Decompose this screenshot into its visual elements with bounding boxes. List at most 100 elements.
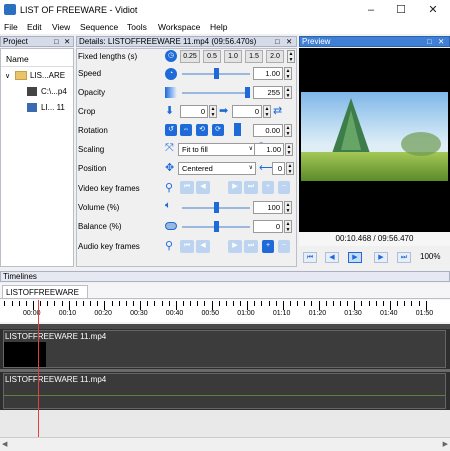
- fixed-length-025-button[interactable]: 0.25: [180, 50, 200, 63]
- project-item-folder[interactable]: LIS...ARE: [30, 71, 65, 80]
- scroll-right-icon[interactable]: ▶: [443, 440, 448, 448]
- ruler-tick: [290, 301, 292, 306]
- audio-clip[interactable]: LISTOFFREEWARE 11.mp4: [3, 373, 446, 409]
- ruler-tick: [104, 301, 106, 310]
- fixed-length-spinner[interactable]: ▲ ▼: [287, 50, 295, 63]
- opacity-slider-thumb[interactable]: [245, 87, 250, 98]
- flip-icon[interactable]: ⇔: [180, 124, 192, 136]
- ruler-tick: [397, 301, 399, 306]
- panel-close-icon[interactable]: ✕: [438, 37, 444, 46]
- rotation-spinner[interactable]: ▲ ▼: [284, 124, 292, 137]
- preview-canvas[interactable]: [299, 48, 450, 232]
- volume-spinner[interactable]: ▲ ▼: [284, 201, 292, 214]
- video-keyframe-remove-button[interactable]: −: [278, 181, 290, 194]
- rotate-cw-icon[interactable]: ⟳: [212, 124, 224, 136]
- video-keyframe-back-button[interactable]: ◀: [196, 181, 210, 194]
- panel-restore-icon[interactable]: □: [54, 37, 59, 46]
- speed-value-field[interactable]: 1.00: [253, 67, 283, 80]
- balance-spinner[interactable]: ▲ ▼: [284, 220, 292, 233]
- panel-close-icon[interactable]: ✕: [64, 37, 70, 46]
- video-keyframe-next-button[interactable]: ⏭: [244, 181, 258, 194]
- ruler-tick: [418, 301, 420, 306]
- scaling-spinner[interactable]: ▲ ▼: [285, 143, 293, 156]
- rotate-ccw-icon[interactable]: ⟲: [196, 124, 208, 136]
- audio-keyframe-back-button[interactable]: ◀: [196, 240, 210, 253]
- volume-slider-thumb[interactable]: [213, 202, 219, 213]
- crop-top-field[interactable]: 0: [180, 105, 208, 118]
- position-mode-select[interactable]: Centered ∨: [178, 162, 256, 175]
- opacity-spinner[interactable]: ▲ ▼: [284, 86, 292, 99]
- fixed-length-15-button[interactable]: 1.5: [245, 50, 263, 63]
- scaling-value-field[interactable]: 1.00: [254, 143, 284, 156]
- panel-restore-icon[interactable]: □: [275, 37, 280, 46]
- menu-sequence[interactable]: Sequence: [80, 22, 118, 32]
- step-back-button[interactable]: ◀: [325, 252, 339, 263]
- fixed-length-20-button[interactable]: 2.0: [266, 50, 284, 63]
- rotate-left-icon[interactable]: ↺: [165, 124, 177, 136]
- menu-help[interactable]: Help: [210, 22, 227, 32]
- audio-clip-label: LISTOFFREEWARE 11.mp4: [5, 375, 107, 384]
- skip-start-button[interactable]: ⏮: [303, 252, 317, 263]
- audio-keyframe-prev-button[interactable]: ⏮: [180, 240, 194, 253]
- minimize-button[interactable]: –: [356, 0, 386, 20]
- skip-end-button[interactable]: ⏭: [397, 252, 411, 263]
- ruler-tick: [33, 301, 34, 310]
- menu-tools[interactable]: Tools: [127, 22, 147, 32]
- step-forward-button[interactable]: ▶: [374, 252, 388, 263]
- panel-restore-icon[interactable]: □: [427, 37, 432, 46]
- menu-edit[interactable]: Edit: [27, 22, 42, 32]
- ruler-tick: [425, 301, 427, 310]
- maximize-button[interactable]: ☐: [386, 0, 416, 20]
- zoom-level[interactable]: 100%: [420, 252, 440, 261]
- audio-keyframe-remove-button[interactable]: −: [278, 240, 290, 253]
- project-item-file[interactable]: C:\...p4: [41, 87, 67, 96]
- opacity-value-field[interactable]: 255: [253, 86, 283, 99]
- scaling-mode-select[interactable]: Fit to fill ∨: [178, 143, 256, 156]
- panel-close-icon[interactable]: ✕: [286, 37, 292, 46]
- balance-slider-thumb[interactable]: [213, 221, 219, 232]
- balance-value-field[interactable]: 0: [253, 220, 283, 233]
- speed-spinner[interactable]: ▲ ▼: [284, 67, 292, 80]
- menu-workspace[interactable]: Workspace: [158, 22, 200, 32]
- timeline-horizontal-scrollbar[interactable]: ◀ ▶: [0, 437, 450, 451]
- audio-keyframe-next-button[interactable]: ⏭: [244, 240, 258, 253]
- sequence-tab[interactable]: LISTOFFREEWARE 11: [2, 285, 88, 310]
- volume-value-field[interactable]: 100: [253, 201, 283, 214]
- audio-keyframe-add-button[interactable]: +: [262, 240, 274, 253]
- ruler-tick: [97, 301, 99, 306]
- ruler-tick: [40, 301, 42, 306]
- close-button[interactable]: ✕: [418, 0, 448, 20]
- video-clip[interactable]: LISTOFFREEWARE 11.mp4: [3, 330, 446, 368]
- ruler-tick: [147, 301, 149, 306]
- menu-view[interactable]: View: [52, 22, 70, 32]
- audio-key-frames-label: Audio key frames: [78, 242, 140, 251]
- position-value-field[interactable]: 0: [272, 162, 285, 175]
- ruler-tick: [318, 301, 320, 310]
- project-name-column[interactable]: Name: [6, 54, 29, 64]
- timeline-ruler[interactable]: 00:00 00:10 00:20 00:30 00:40 00:50 01:00 01:10…: [0, 300, 450, 322]
- app-icon: [4, 4, 16, 15]
- video-keyframe-add-button[interactable]: +: [262, 181, 274, 194]
- ruler-label: 00:30: [130, 310, 148, 317]
- project-item-sequence[interactable]: LI... 11: [41, 103, 65, 112]
- ruler-tick: [275, 301, 277, 306]
- crop-left-spinner[interactable]: ▲ ▼: [263, 105, 271, 118]
- video-keyframe-prev-button[interactable]: ⏮: [180, 181, 194, 194]
- video-keyframe-forward-button[interactable]: ▶: [228, 181, 242, 194]
- scroll-left-icon[interactable]: ◀: [2, 440, 7, 448]
- rotation-value-field[interactable]: 0.00: [253, 124, 283, 137]
- fixed-length-10-button[interactable]: 1.0: [224, 50, 242, 63]
- rotation-slider-thumb[interactable]: [234, 123, 241, 136]
- play-button[interactable]: ▶: [348, 252, 362, 263]
- opacity-icon: [165, 87, 177, 98]
- crop-left-field[interactable]: 0: [232, 105, 262, 118]
- speed-slider-thumb[interactable]: [213, 68, 219, 79]
- opacity-slider-track[interactable]: [182, 92, 250, 94]
- menu-file[interactable]: File: [4, 22, 18, 32]
- crop-top-spinner[interactable]: ▲ ▼: [209, 105, 217, 118]
- playhead[interactable]: [38, 300, 39, 437]
- position-spinner[interactable]: ▲ ▼: [286, 162, 294, 175]
- expand-icon[interactable]: ∨: [5, 72, 10, 80]
- fixed-length-05-button[interactable]: 0.5: [203, 50, 221, 63]
- audio-keyframe-forward-button[interactable]: ▶: [228, 240, 242, 253]
